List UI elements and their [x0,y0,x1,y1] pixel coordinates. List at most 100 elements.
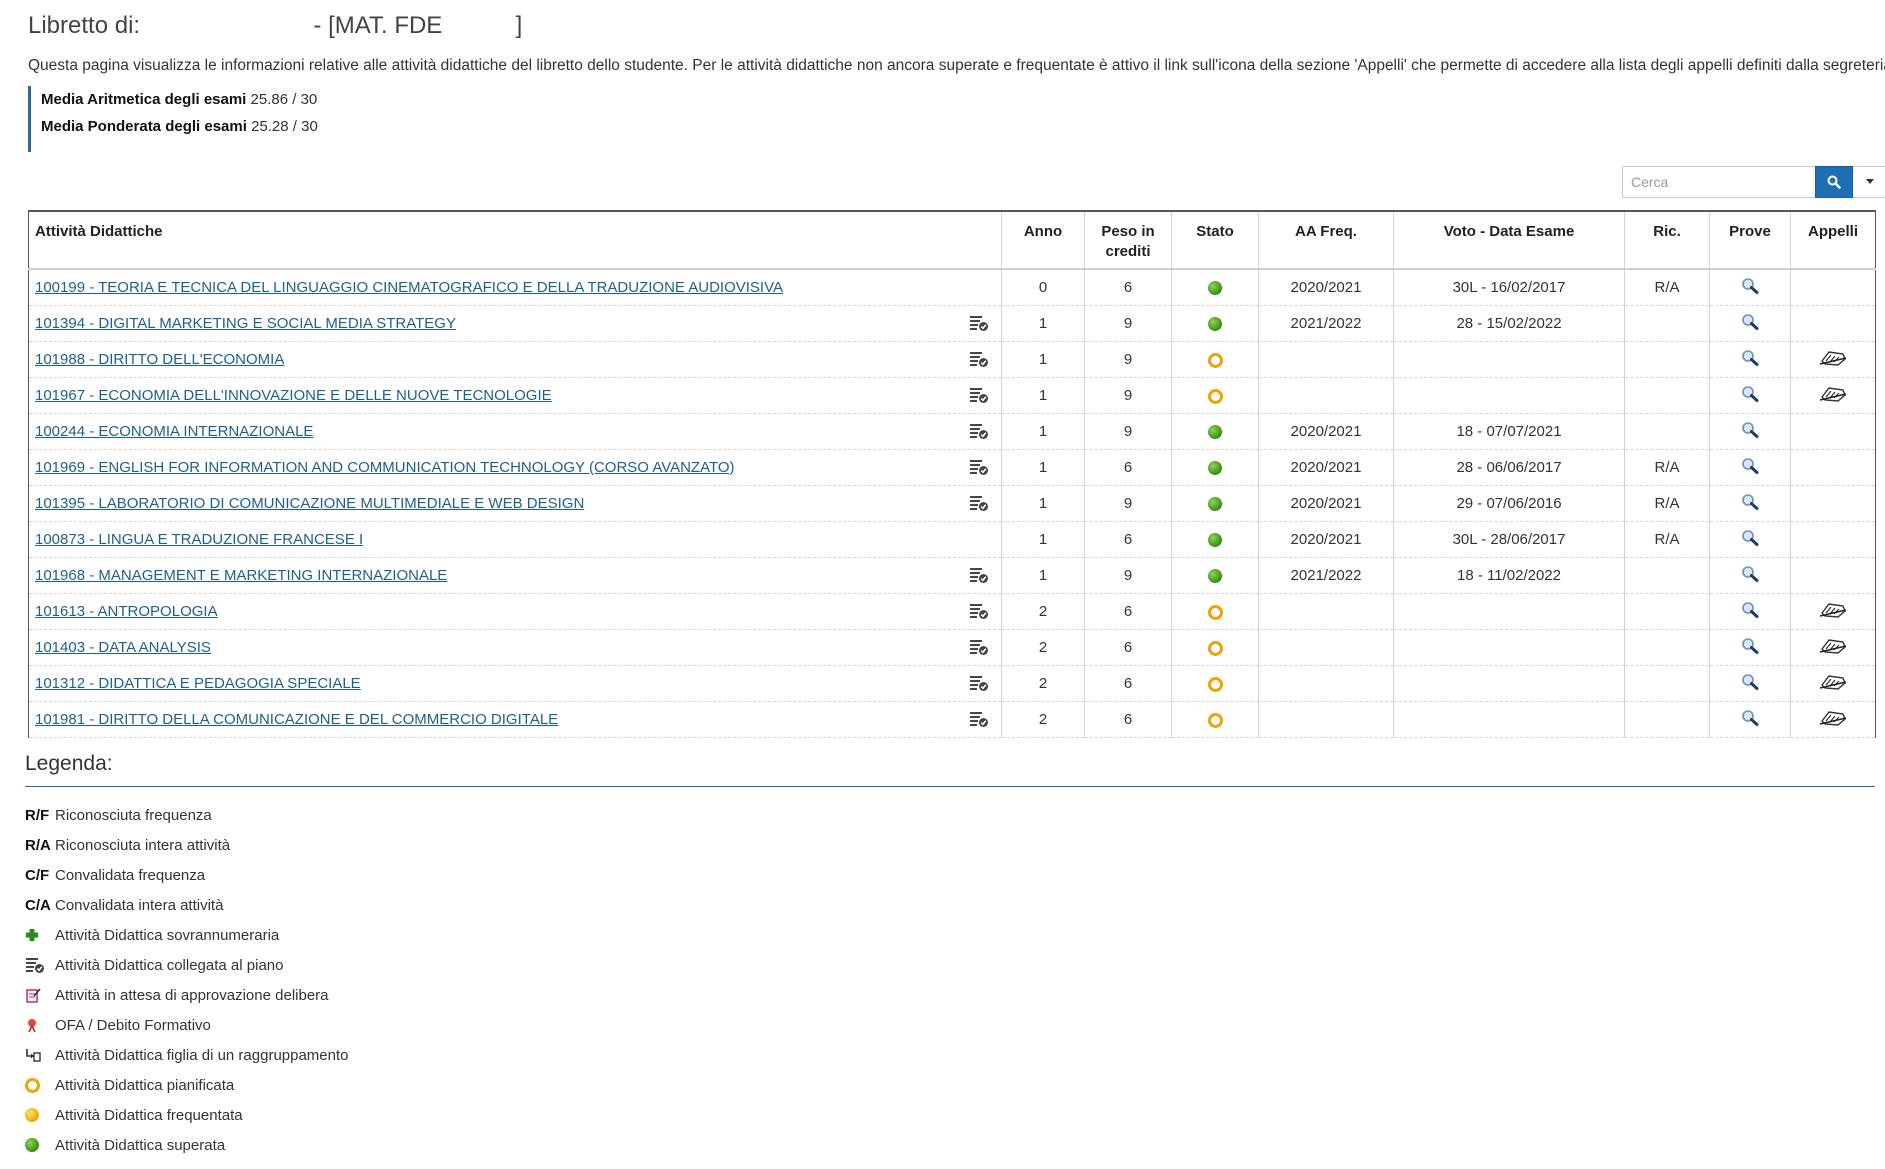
prove-cell[interactable] [1709,269,1791,306]
grade-date-cell [1393,377,1625,414]
prove-cell[interactable] [1709,665,1791,702]
appelli-cell[interactable] [1790,629,1876,666]
aa-freq-cell [1258,377,1394,414]
search-icon [1827,175,1841,189]
legend-key: C/A [25,896,51,914]
status-cell [1171,377,1259,414]
activity-link[interactable]: 101988 - DIRITTO DELL'ECONOMIA [35,351,284,368]
legend-key: C/F [25,866,50,884]
legend-text: Attività in attesa di approvazione delib… [55,986,329,1004]
appelli-cell[interactable] [1790,665,1876,702]
credits-cell: 6 [1084,593,1172,630]
passed-status-icon [1208,569,1222,584]
appelli-cell[interactable] [1790,377,1876,414]
magnifier-icon [1742,637,1759,654]
appelli-cell[interactable] [1790,593,1876,630]
column-header[interactable]: Prove [1709,211,1791,270]
plan-linked-icon [26,958,44,973]
table-row: 101967 - ECONOMIA DELL'INNOVAZIONE E DEL… [28,377,1876,414]
plan-linked-icon [970,712,988,727]
activity-link[interactable]: 101403 - DATA ANALYSIS [35,639,211,656]
legend-symbol [25,1047,55,1063]
appelli-cell[interactable] [1790,701,1876,738]
column-header[interactable]: Anno [1001,211,1085,270]
column-header[interactable]: AA Freq. [1258,211,1394,270]
column-header[interactable]: Stato [1171,211,1259,270]
activity-link[interactable]: 100873 - LINGUA E TRADUZIONE FRANCESE I [35,531,363,548]
activity-cell: 101395 - LABORATORIO DI COMUNICAZIONE MU… [28,485,1002,522]
ric-cell [1624,593,1710,630]
legend-item: OFA / Debito Formativo [25,1010,349,1040]
column-header[interactable]: Peso in crediti [1084,211,1172,270]
plan-linked-icon [970,424,988,439]
ric-cell [1624,665,1710,702]
anno-cell: 1 [1001,305,1085,342]
prove-cell[interactable] [1709,557,1791,594]
activity-link[interactable]: 101312 - DIDATTICA E PEDAGOGIA SPECIALE [35,675,361,692]
prove-cell[interactable] [1709,341,1791,378]
prove-cell[interactable] [1709,521,1791,558]
activity-link[interactable]: 101395 - LABORATORIO DI COMUNICAZIONE MU… [35,495,584,512]
activity-link[interactable]: 101968 - MANAGEMENT E MARKETING INTERNAZ… [35,567,447,584]
prove-cell[interactable] [1709,377,1791,414]
search-input[interactable] [1622,166,1815,198]
prove-cell[interactable] [1709,485,1791,522]
column-header[interactable]: Ric. [1624,211,1710,270]
column-header[interactable]: Voto - Data Esame [1393,211,1625,270]
child-group-icon [26,1049,41,1062]
search-options-dropdown[interactable] [1853,166,1885,198]
prove-cell[interactable] [1709,593,1791,630]
legend-text: Convalidata intera attività [55,896,224,914]
activity-link[interactable]: 100199 - TEORIA E TECNICA DEL LINGUAGGIO… [35,279,783,296]
legend-symbol: C/F [25,867,55,884]
grade-date-cell [1393,593,1625,630]
appelli-cell [1790,305,1876,342]
legend-symbol [25,1077,55,1093]
credits-cell: 6 [1084,449,1172,486]
activity-link[interactable]: 101969 - ENGLISH FOR INFORMATION AND COM… [35,459,735,476]
activity-link[interactable]: 101967 - ECONOMIA DELL'INNOVAZIONE E DEL… [35,387,552,404]
aa-freq-cell [1258,341,1394,378]
column-header[interactable]: Attività Didattiche [28,211,1002,270]
legend-item: R/F Riconosciuta frequenza [25,800,349,830]
legend-item: C/A Convalidata intera attività [25,890,349,920]
activity-link[interactable]: 101981 - DIRITTO DELLA COMUNICAZIONE E D… [35,711,558,728]
prove-cell[interactable] [1709,449,1791,486]
status-cell [1171,557,1259,594]
status-cell [1171,413,1259,450]
column-header[interactable]: Appelli [1790,211,1876,270]
appelli-cell [1790,485,1876,522]
legend-text: Attività Didattica superata [55,1136,226,1154]
anno-cell: 2 [1001,665,1085,702]
exam-booking-icon [1819,350,1847,366]
activity-link[interactable]: 101613 - ANTROPOLOGIA [35,603,218,620]
prove-cell[interactable] [1709,413,1791,450]
legend-text: Attività Didattica sovrannumeraria [55,926,280,944]
anno-cell: 2 [1001,593,1085,630]
prove-cell[interactable] [1709,305,1791,342]
prove-cell[interactable] [1709,629,1791,666]
search-button[interactable] [1815,166,1853,198]
plan-linked-indicator [969,422,989,444]
activity-link[interactable]: 100244 - ECONOMIA INTERNAZIONALE [35,423,313,440]
search-bar [1622,166,1885,198]
appelli-cell[interactable] [1790,341,1876,378]
prove-cell[interactable] [1709,701,1791,738]
ric-cell [1624,377,1710,414]
activity-link[interactable]: 101394 - DIGITAL MARKETING E SOCIAL MEDI… [35,315,456,332]
credits-cell: 6 [1084,269,1172,306]
status-cell [1171,269,1259,306]
aa-freq-cell: 2021/2022 [1258,305,1394,342]
legend-symbol: R/A [25,837,55,854]
planned-status-icon [1207,712,1223,728]
plan-linked-indicator [969,314,989,336]
magnifier-icon [1742,277,1759,294]
plan-linked-icon [970,604,988,619]
plan-linked-icon [970,640,988,655]
table-row: 101981 - DIRITTO DELLA COMUNICAZIONE E D… [28,701,1876,738]
ofa-icon [28,1019,36,1033]
exam-booking-icon [1819,710,1847,726]
legend-item: Attività Didattica figlia di un raggrupp… [25,1040,349,1070]
anno-cell: 2 [1001,629,1085,666]
status-cell [1171,341,1259,378]
